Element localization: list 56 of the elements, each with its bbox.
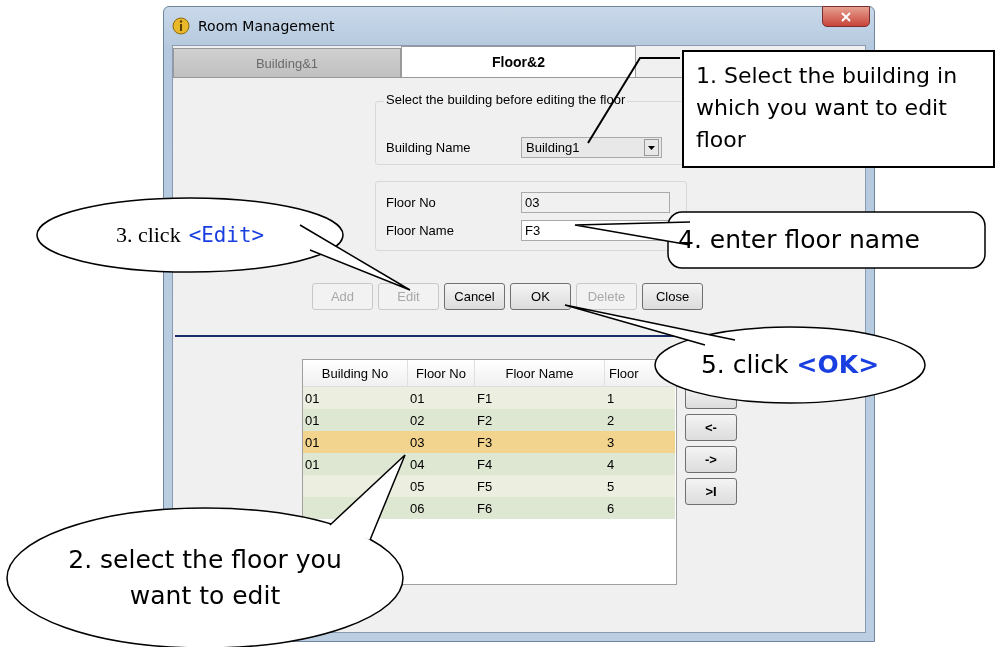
table-cell: 01 [305, 390, 320, 406]
table-row[interactable]: 01 02 F2 2 [303, 409, 675, 431]
table-cell: 01 [410, 390, 425, 406]
field-label: Building Name [386, 140, 472, 155]
table-cell: F1 [477, 390, 493, 406]
table-cell: F2 [477, 412, 493, 428]
building-dropdown[interactable]: Building1 [521, 137, 662, 158]
field-label: Floor No [386, 194, 437, 210]
column-header[interactable]: Floor Name [475, 360, 605, 386]
callout-keyword: <OK> [796, 348, 880, 381]
table-cell: 6 [607, 500, 615, 516]
callout-text: 4. enter floor name [678, 223, 920, 256]
table-cell: 1 [607, 390, 615, 406]
table-cell: F6 [477, 500, 493, 516]
nav-button[interactable]: >I [685, 478, 737, 505]
table-cell: 01 [305, 412, 320, 428]
table-cell: F5 [477, 478, 493, 494]
dialog-button[interactable]: OK [510, 283, 571, 310]
callout-box: 1. Select the building in which you want to edit floor [682, 50, 995, 168]
nav-button[interactable]: -> [685, 446, 737, 473]
table-cell: 06 [410, 500, 425, 516]
dialog-button[interactable]: Close [642, 283, 703, 310]
table-cell: 05 [410, 478, 425, 494]
tab[interactable]: Floor&2 [401, 46, 636, 77]
window-title: Room Management [198, 18, 335, 34]
field-label: Floor Name [386, 222, 455, 238]
column-header[interactable]: Floor [605, 360, 643, 386]
table-row[interactable]: 01 01 F1 1 [303, 387, 675, 409]
callout-text: 2. select the floor you want to edit [67, 543, 343, 612]
caret-icon [644, 139, 659, 156]
table-cell: 01 [305, 434, 320, 450]
table-cell: 04 [410, 456, 425, 472]
table-cell: 02 [410, 412, 425, 428]
table-cell: F3 [477, 434, 493, 450]
table-cell: F4 [477, 456, 493, 472]
nav-button[interactable]: <- [685, 414, 737, 441]
table-cell: 5 [607, 478, 615, 494]
table-row[interactable]: 06 F6 6 [303, 497, 675, 519]
input-field[interactable]: 03 [521, 191, 670, 213]
table-cell: 03 [410, 434, 425, 450]
table-cell: 3 [607, 434, 615, 450]
close-button[interactable] [822, 6, 870, 27]
column-header[interactable]: Building No [303, 360, 408, 386]
table-cell: 01 [305, 456, 320, 472]
table-cell: 2 [607, 412, 615, 428]
table-row[interactable]: 01 03 F3 3 [303, 431, 675, 453]
callout-text: 5. click [700, 348, 789, 381]
close-icon [840, 11, 852, 22]
callout-text: 3. click [115, 221, 181, 250]
column-header[interactable]: Floor No [408, 360, 475, 386]
table-row[interactable]: 01 04 F4 4 [303, 453, 675, 475]
dialog-button[interactable]: Cancel [444, 283, 505, 310]
table-cell: 4 [607, 456, 615, 472]
callout-keyword: <Edit> [188, 221, 265, 249]
info-icon [172, 17, 190, 35]
table-row[interactable]: 05 F5 5 [303, 475, 675, 497]
